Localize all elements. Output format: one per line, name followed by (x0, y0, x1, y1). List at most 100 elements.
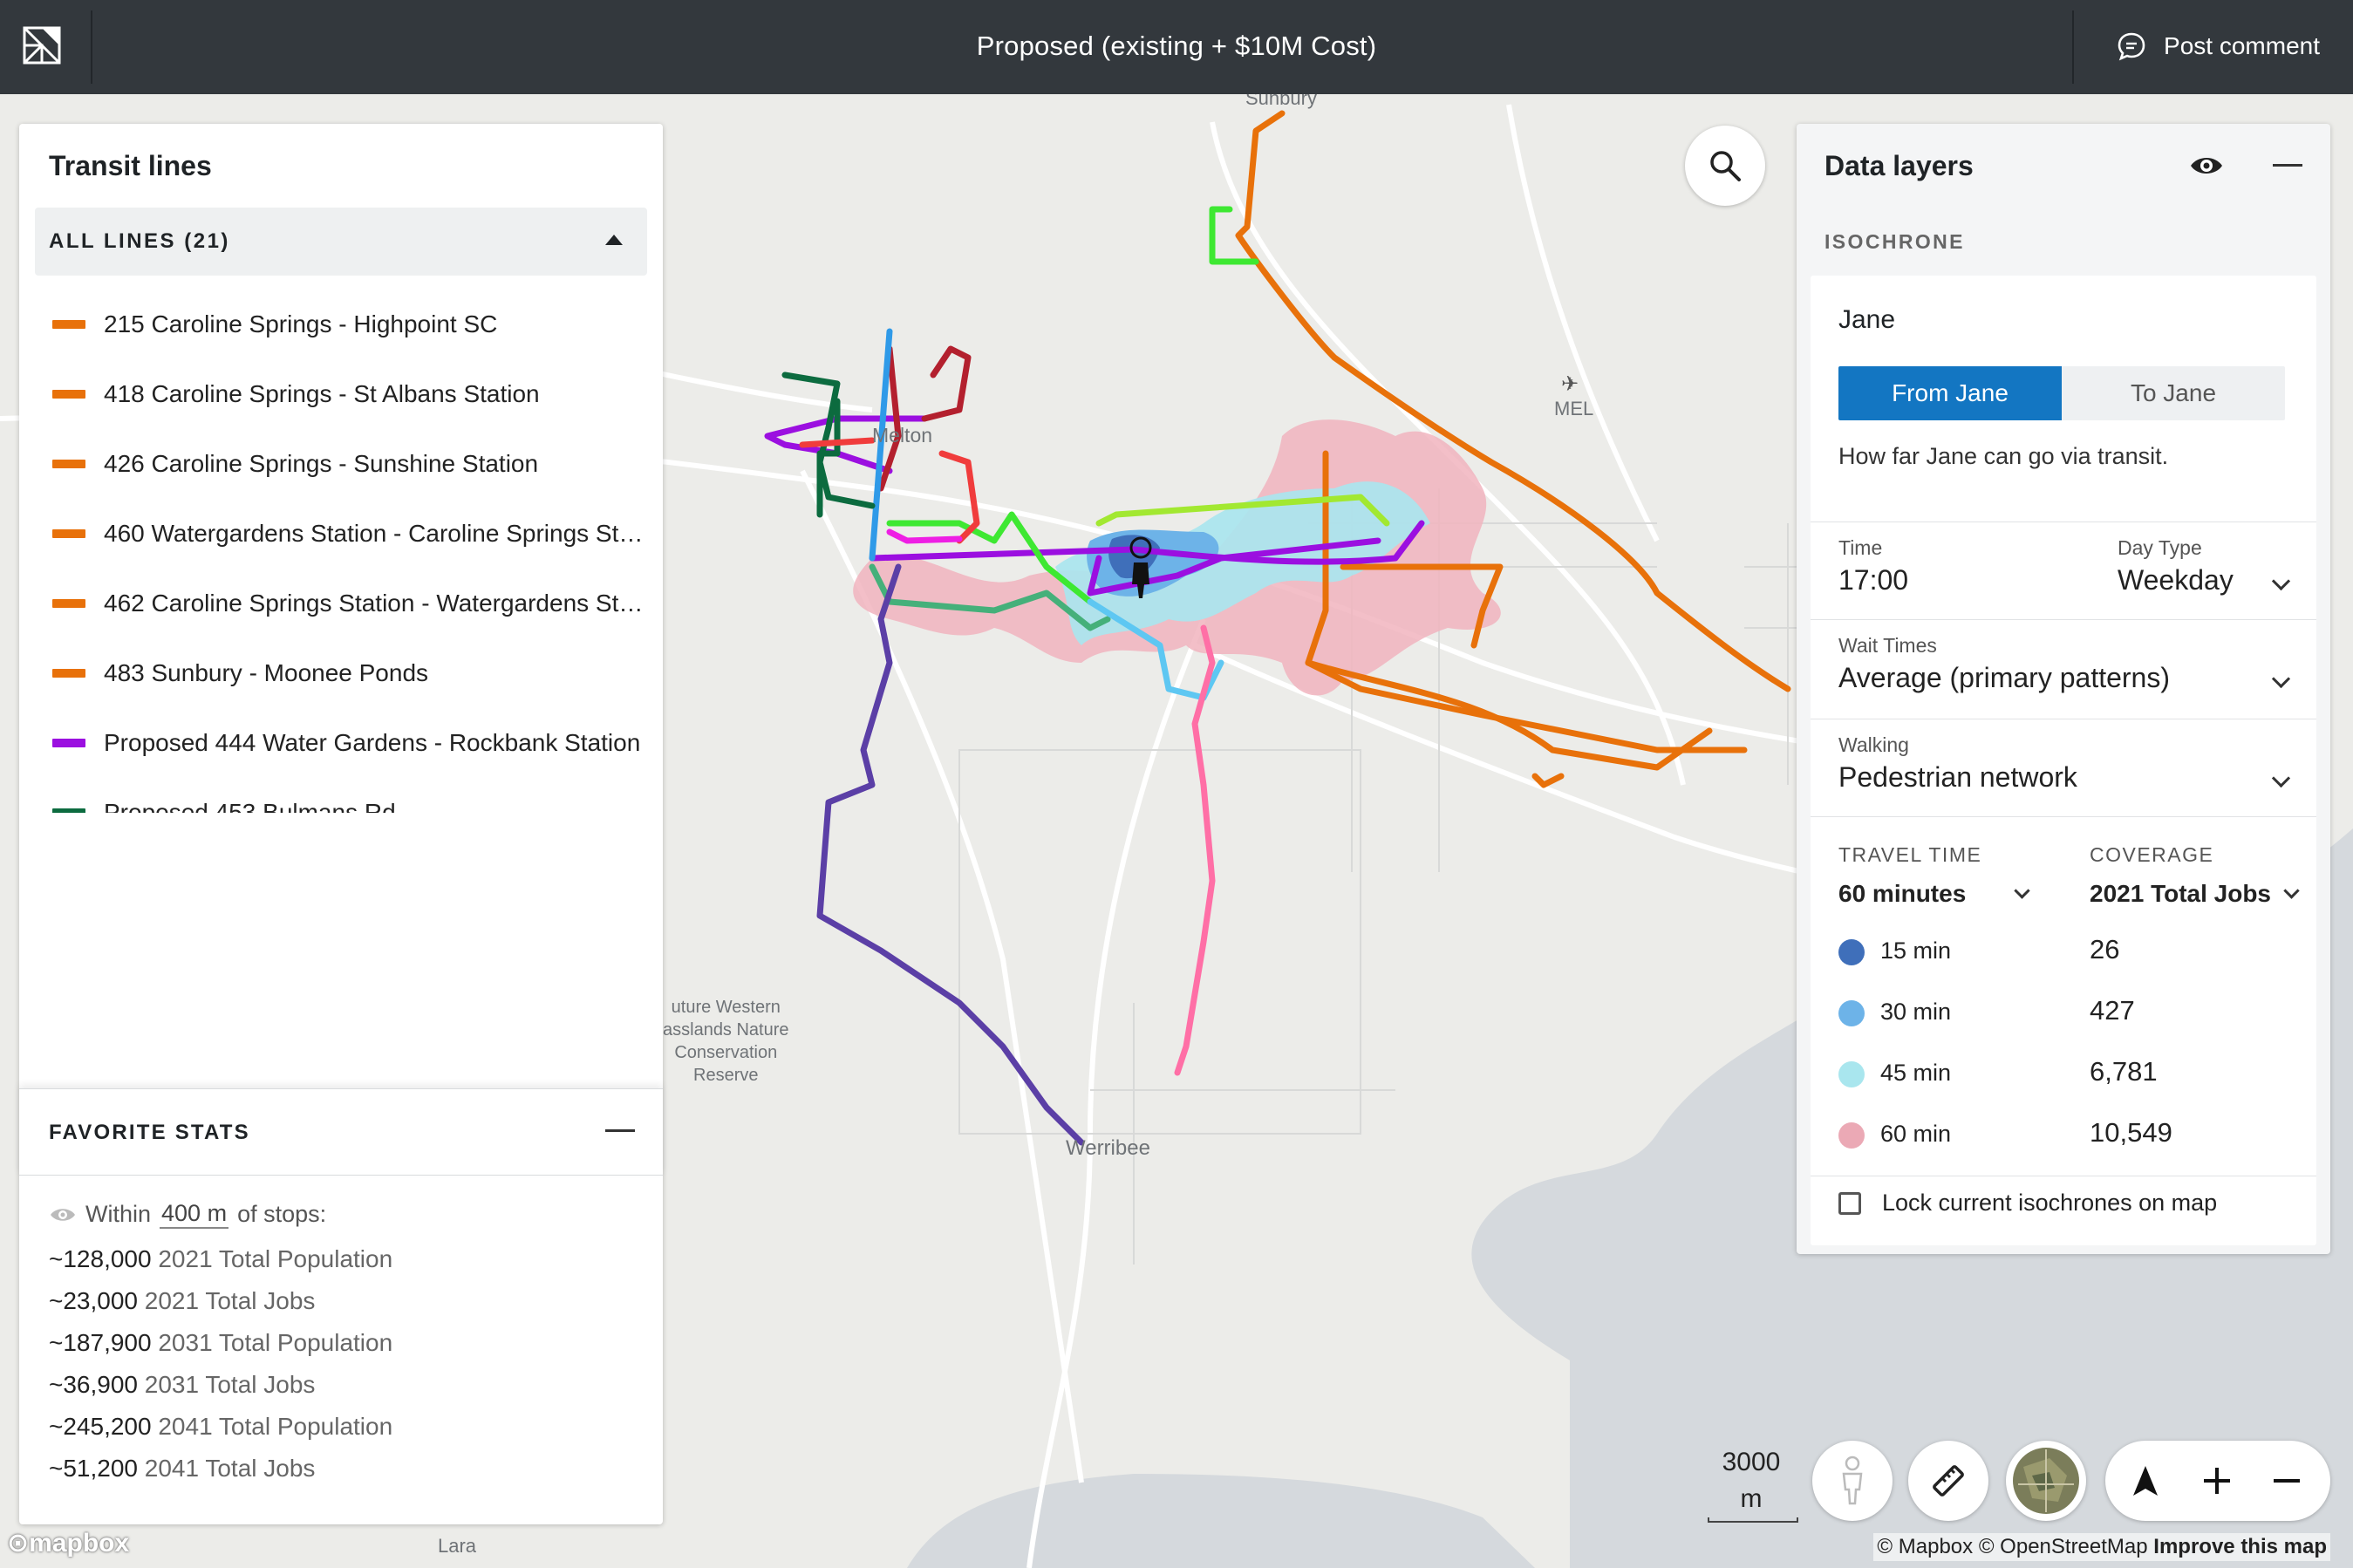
minimize-icon[interactable] (2273, 164, 2302, 167)
walking-row: Walking Pedestrian network (1811, 719, 2316, 817)
transit-line-label: 418 Caroline Springs - St Albans Station (104, 380, 540, 407)
legend-label: 30 min (1880, 999, 1952, 1025)
port-water (907, 1474, 1535, 1568)
scale-bar (1708, 1517, 1798, 1523)
chevron-down-icon[interactable] (2014, 883, 2030, 899)
improve-map-link[interactable]: Improve this map (2153, 1535, 2327, 1558)
eye-icon[interactable] (2189, 153, 2224, 178)
checkbox-icon[interactable] (1838, 1191, 1861, 1215)
transit-line-item[interactable]: 460 Watergardens Station - Caroline Spri… (19, 499, 663, 569)
ruler-icon (1933, 1465, 1964, 1496)
compass-button[interactable] (2111, 1441, 2180, 1521)
day-type-select[interactable]: Weekday (2118, 564, 2234, 597)
post-comment-button[interactable]: Post comment (2117, 0, 2320, 92)
favorite-stat-row: ~36,900 2031 Total Jobs (49, 1371, 392, 1413)
legend-dot-icon (1838, 939, 1865, 965)
to-persona-tab[interactable]: To Jane (2062, 366, 2285, 420)
time-row: Time 17:00 Day Type Weekday (1811, 522, 2316, 620)
line-color-swatch (52, 320, 85, 329)
attribution-text[interactable]: © Mapbox © OpenStreetMap (1877, 1535, 2147, 1558)
map-nav-controls (2105, 1441, 2330, 1521)
walking-label: Walking (1838, 733, 1909, 756)
post-comment-label: Post comment (2164, 32, 2320, 59)
eye-icon[interactable] (49, 1205, 77, 1224)
stat-value: ~23,000 (49, 1287, 138, 1314)
transit-line-list: 215 Caroline Springs - Highpoint SC 418 C… (19, 290, 663, 813)
zoom-out-button[interactable] (2252, 1441, 2322, 1521)
isochrone-description: How far Jane can go via transit. (1838, 443, 2169, 469)
time-input[interactable]: 17:00 (1838, 564, 1908, 597)
all-lines-dropdown[interactable]: ALL LINES (21) (35, 208, 647, 276)
transit-line-label: 215 Caroline Springs - Highpoint SC (104, 310, 498, 337)
legend-row: 45 min 6,781 (1838, 1056, 2309, 1091)
lock-isochrones-checkbox[interactable]: Lock current isochrones on map (1838, 1190, 2217, 1217)
transit-line-item[interactable]: 215 Caroline Springs - Highpoint SC (19, 290, 663, 359)
stat-label: 2041 Total Jobs (144, 1455, 316, 1482)
walking-select[interactable]: Pedestrian network (1838, 761, 2077, 794)
mapbox-logo-icon: ⊙ (7, 1529, 30, 1558)
line-color-swatch (52, 599, 85, 608)
mapbox-logo-text: mapbox (29, 1529, 130, 1558)
stat-value: ~36,900 (49, 1371, 138, 1398)
transit-line-item[interactable]: 418 Caroline Springs - St Albans Station (19, 359, 663, 429)
legend-value: 6,781 (2090, 1056, 2158, 1087)
legend-dot-icon (1838, 1061, 1865, 1087)
travel-time-coverage: TRAVEL TIME COVERAGE 60 minutes 2021 Tot… (1811, 816, 2316, 1176)
chevron-down-icon[interactable] (2283, 883, 2300, 899)
transit-lines-panel: Transit lines ALL LINES (21) 215 Carolin… (19, 124, 663, 1524)
within-distance: Within 400 m of stops: (49, 1200, 326, 1229)
chevron-down-icon[interactable] (2271, 669, 2291, 689)
chevron-down-icon[interactable] (2271, 571, 2291, 591)
search-button[interactable] (1685, 126, 1765, 206)
stat-value: ~245,200 (49, 1413, 152, 1440)
transit-line-item[interactable]: 426 Caroline Springs - Sunshine Station (19, 429, 663, 499)
favorite-stats-list: ~128,000 2021 Total Population ~23,000 20… (49, 1245, 392, 1496)
transit-line-item[interactable]: 483 Sunbury - Moonee Ponds (19, 638, 663, 708)
map-label-werribee: Werribee (1066, 1136, 1150, 1160)
lock-isochrones-label: Lock current isochrones on map (1882, 1190, 2218, 1216)
favorite-stat-row: ~51,200 2041 Total Jobs (49, 1455, 392, 1496)
transit-line-label: Proposed 453 Bulmans Rd (104, 799, 396, 813)
coverage-select[interactable]: 2021 Total Jobs (2090, 880, 2271, 908)
within-prefix: Within (85, 1201, 152, 1227)
favorite-stat-row: ~187,900 2031 Total Population (49, 1329, 392, 1371)
direction-toggle: From Jane To Jane (1838, 366, 2285, 420)
legend-row: 15 min 26 (1838, 934, 2309, 969)
satellite-toggle-button[interactable] (2006, 1441, 2086, 1521)
travel-time-select[interactable]: 60 minutes (1838, 880, 1966, 908)
favorite-stats-header: FAVORITE STATS (19, 1088, 663, 1176)
favorite-stat-row: ~23,000 2021 Total Jobs (49, 1287, 392, 1329)
legend-value: 26 (2090, 934, 2120, 965)
line-color-swatch (52, 529, 85, 538)
collapse-icon[interactable] (605, 1129, 635, 1132)
transit-lines-title: Transit lines (49, 150, 212, 181)
chevron-down-icon[interactable] (2271, 768, 2291, 788)
data-layers-title: Data layers (1824, 150, 1974, 181)
search-icon (1710, 151, 1741, 181)
data-layers-panel: Data layers ISOCHRONE Jane From Jane To … (1797, 124, 2330, 1254)
zoom-in-button[interactable] (2182, 1441, 2252, 1521)
map-scale: 3000 m (1706, 1444, 1798, 1523)
caret-up-icon (605, 235, 623, 245)
from-persona-tab[interactable]: From Jane (1838, 366, 2062, 420)
transit-line-item[interactable]: 462 Caroline Springs Station - Watergard… (19, 569, 663, 638)
measure-button[interactable] (1908, 1441, 1988, 1521)
divider (2072, 10, 2074, 84)
wait-times-select[interactable]: Average (primary patterns) (1838, 662, 2170, 694)
isochrone-card: Jane From Jane To Jane How far Jane can … (1811, 276, 2316, 1245)
plus-icon (2204, 1468, 2230, 1494)
favorite-stat-row: ~128,000 2021 Total Population (49, 1245, 392, 1287)
legend-row: 60 min 10,549 (1838, 1117, 2309, 1152)
distance-selector[interactable]: 400 m (160, 1200, 229, 1229)
legend-dot-icon (1838, 1122, 1865, 1149)
legend-value: 427 (2090, 995, 2135, 1026)
favorite-stat-row: ~245,200 2041 Total Population (49, 1413, 392, 1455)
persona-button[interactable] (1812, 1441, 1893, 1521)
transit-line-item[interactable]: Proposed 453 Bulmans Rd (19, 778, 663, 813)
transit-line-item[interactable]: Proposed 444 Water Gardens - Rockbank St… (19, 708, 663, 778)
transit-line-label: 483 Sunbury - Moonee Ponds (104, 659, 429, 686)
legend-value: 10,549 (2090, 1117, 2172, 1148)
map-label-melton: Melton (872, 424, 933, 447)
mapbox-logo[interactable]: ⊙mapbox (7, 1528, 129, 1558)
legend-row: 30 min 427 (1838, 995, 2309, 1030)
